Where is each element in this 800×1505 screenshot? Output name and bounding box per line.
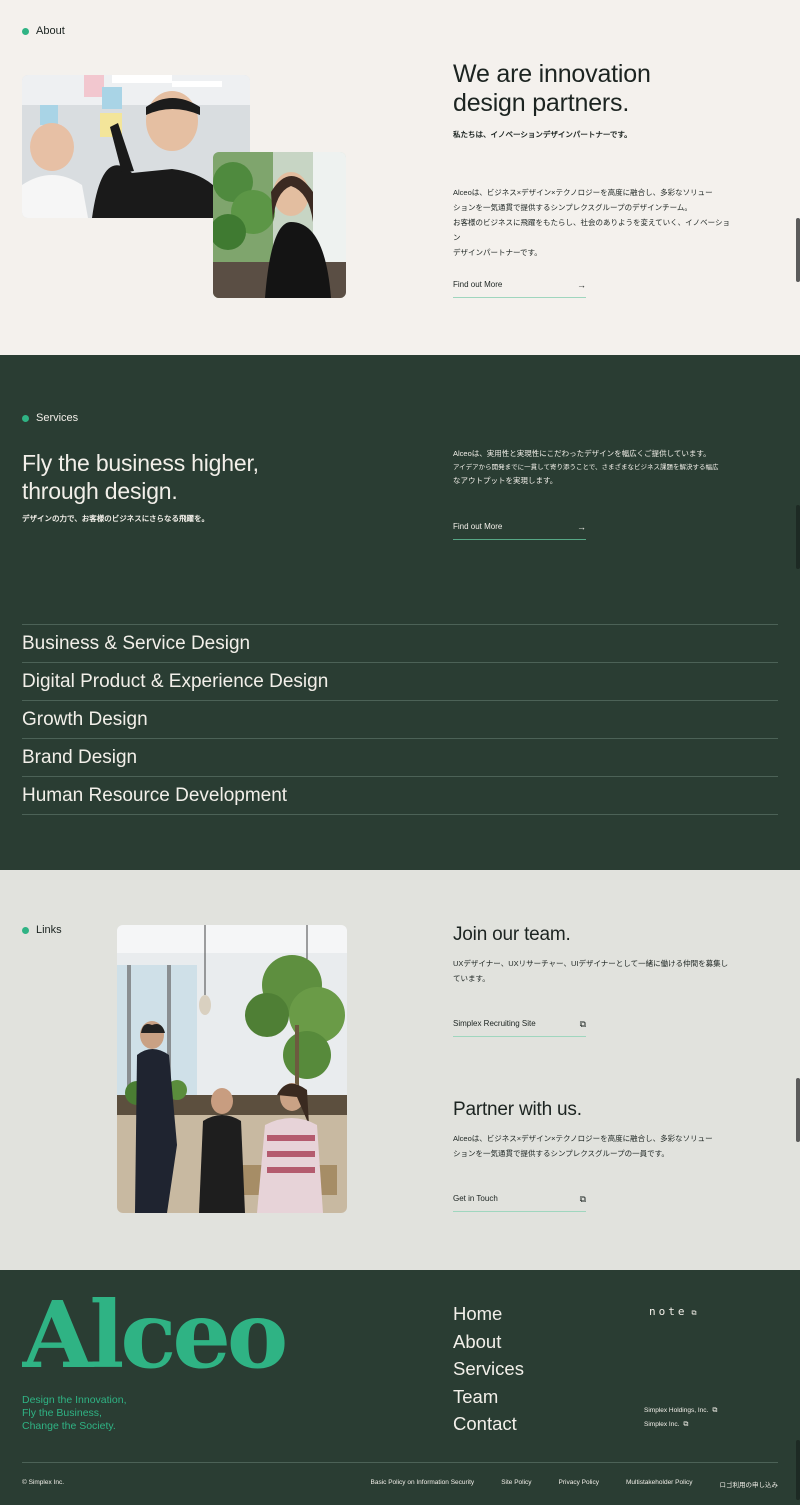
about-section: About We are innovation design partners.… — [0, 0, 800, 355]
office-team-photo — [117, 925, 347, 1213]
note-link[interactable]: note ⧉ — [649, 1305, 697, 1318]
service-item-human-resource-development[interactable]: Human Resource Development — [22, 777, 778, 815]
services-label: Services — [22, 412, 78, 424]
arrow-right-icon: → — [577, 522, 586, 532]
footer-nav-team[interactable]: Team — [453, 1383, 524, 1411]
external-link-icon: ⧉ — [712, 1407, 718, 1414]
services-section: Services Fly the business higher, throug… — [0, 355, 800, 870]
arrow-right-icon: → — [577, 280, 586, 290]
svg-text:Alceo: Alceo — [22, 1297, 285, 1372]
team-member-photo — [213, 152, 346, 298]
bullet-dot-icon — [22, 414, 29, 422]
about-label-text: About — [36, 25, 65, 37]
join-heading: Join our team. — [453, 924, 571, 945]
policy-site-link[interactable]: Site Policy — [501, 1479, 531, 1489]
bullet-dot-icon — [22, 926, 29, 934]
footer-nav: Home About Services Team Contact — [453, 1300, 524, 1438]
external-link-icon: ⧉ — [691, 1309, 697, 1317]
services-body: Alceoは、実用性と実現性にこだわったデザインを幅広くご提供しています。 アイ… — [453, 449, 719, 485]
service-item-brand-design[interactable]: Brand Design — [22, 739, 778, 777]
services-subheading: デザインの力で、お客様のビジネスにさらなる飛躍を。 — [22, 514, 210, 523]
scrollbar-thumb[interactable] — [796, 218, 800, 282]
about-subheading: 私たちは、イノベーションデザインパートナーです。 — [453, 130, 632, 139]
external-link-icon: ⧉ — [579, 1019, 586, 1029]
about-heading: We are innovation design partners. — [453, 60, 651, 117]
recruiting-site-link[interactable]: Simplex Recruiting Site ⧉ — [453, 1019, 586, 1037]
footer-nav-services[interactable]: Services — [453, 1355, 524, 1383]
policy-info-security-link[interactable]: Basic Policy on Information Security — [371, 1479, 475, 1489]
links-label: Links — [22, 924, 62, 936]
partner-body: Alceoは、ビジネス×デザイン×テクノロジーを高度に融合し、多彩なソリュー シ… — [453, 1134, 713, 1158]
footer: Alceo Design the Innovation, Fly the Bus… — [0, 1270, 800, 1505]
footer-nav-about[interactable]: About — [453, 1328, 524, 1356]
copyright: © Simplex Inc. — [22, 1479, 64, 1486]
note-logo: note — [649, 1305, 688, 1318]
services-heading: Fly the business higher, through design. — [22, 450, 259, 504]
external-link-icon: ⧉ — [683, 1421, 689, 1428]
footer-nav-contact[interactable]: Contact — [453, 1410, 524, 1438]
service-item-growth-design[interactable]: Growth Design — [22, 701, 778, 739]
policy-links: Basic Policy on Information Security Sit… — [371, 1479, 779, 1489]
partner-heading: Partner with us. — [453, 1099, 582, 1120]
about-find-out-more-link[interactable]: Find out More → — [453, 280, 586, 298]
scrollbar-thumb[interactable] — [796, 1440, 800, 1500]
alceo-logo[interactable]: Alceo — [22, 1297, 302, 1372]
service-item-business-service-design[interactable]: Business & Service Design — [22, 625, 778, 663]
about-label: About — [22, 25, 65, 37]
services-find-out-more-link[interactable]: Find out More → — [453, 522, 586, 540]
scrollbar-thumb[interactable] — [796, 1078, 800, 1142]
join-body: UXデザイナー、UXリサーチャー、UIデザイナーとして一緒に働ける仲間を募集し … — [453, 959, 729, 983]
links-section: Links Join our team. UXデザイナー、UXリサーチャー、UI… — [0, 870, 800, 1270]
about-body: Alceoは、ビジネス×デザイン×テクノロジーを高度に融合し、多彩なソリュー シ… — [453, 188, 730, 257]
simplex-holdings-link[interactable]: Simplex Holdings, Inc. ⧉ — [644, 1407, 717, 1415]
bullet-dot-icon — [22, 27, 29, 35]
footer-tagline: Design the Innovation, Fly the Business,… — [22, 1394, 127, 1432]
policy-multistakeholder-link[interactable]: Multistakeholder Policy — [626, 1479, 692, 1489]
footer-divider — [22, 1462, 778, 1463]
services-list: Business & Service Design Digital Produc… — [22, 624, 778, 815]
services-label-text: Services — [36, 412, 79, 424]
external-link-icon: ⧉ — [579, 1194, 586, 1204]
logo-usage-application-link[interactable]: ロゴ利用の申し込み — [720, 1479, 779, 1489]
scrollbar-thumb[interactable] — [796, 505, 800, 569]
policy-privacy-link[interactable]: Privacy Policy — [559, 1479, 599, 1489]
get-in-touch-link[interactable]: Get in Touch ⧉ — [453, 1194, 586, 1212]
service-item-digital-product-design[interactable]: Digital Product & Experience Design — [22, 663, 778, 701]
simplex-inc-link[interactable]: Simplex Inc. ⧉ — [644, 1421, 688, 1429]
footer-nav-home[interactable]: Home — [453, 1300, 524, 1328]
links-label-text: Links — [36, 924, 62, 936]
